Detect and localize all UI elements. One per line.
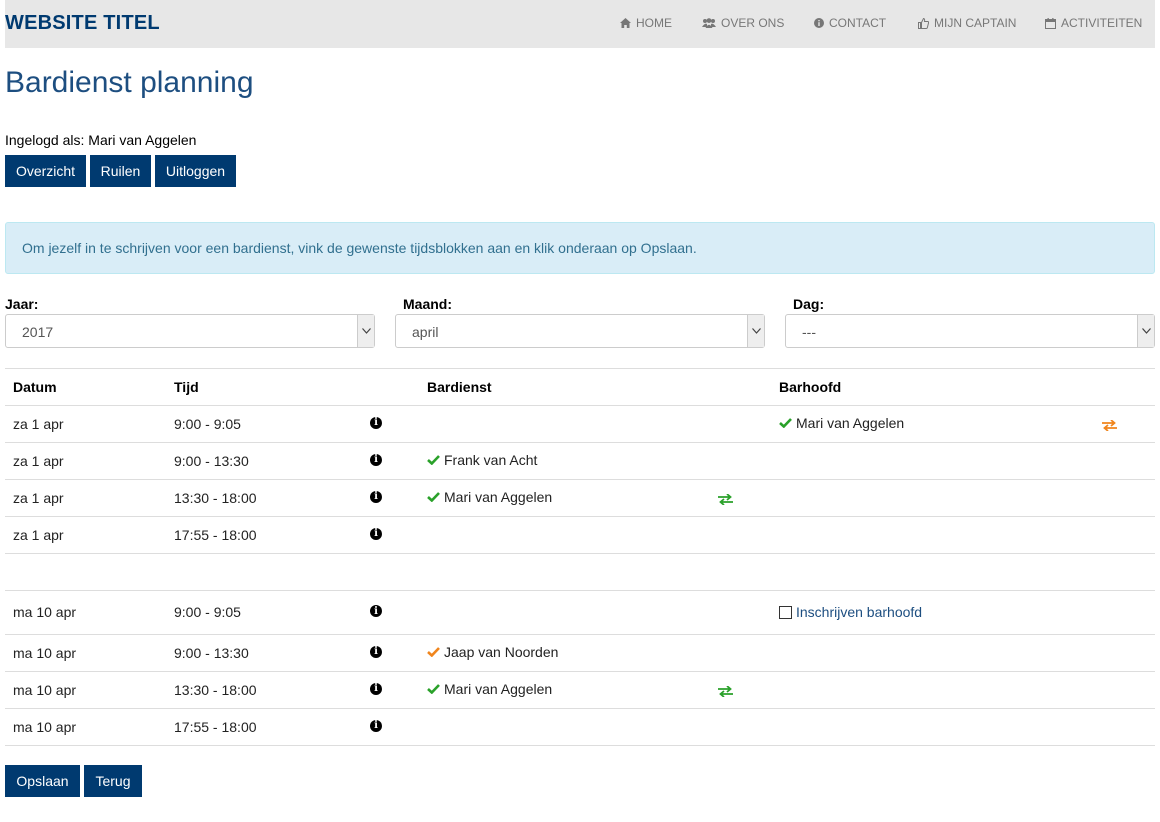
bar-head-person: Mari van Aggelen — [779, 415, 904, 431]
navbar: WEBSITE TITEL HOME OVER ONS CONTACT MIJN… — [5, 0, 1155, 48]
month-select[interactable]: april — [395, 314, 765, 348]
time-cell: 13:30 - 18:00 — [174, 681, 257, 698]
signup-label: Inschrijven barhoofd — [796, 604, 923, 620]
thumbs-up-icon — [918, 17, 929, 29]
day-select-value: --- — [802, 324, 816, 340]
swap-arrows-icon[interactable] — [718, 492, 733, 508]
info-icon[interactable]: i — [370, 453, 382, 466]
table-header-border — [5, 405, 1155, 406]
date-cell: ma 10 apr — [13, 604, 77, 620]
row-divider — [5, 553, 1155, 554]
time-cell: 17:55 - 18:00 — [174, 718, 257, 735]
swap-button[interactable]: Ruilen — [90, 155, 151, 187]
row-divider — [5, 442, 1155, 443]
nav-contact-label: CONTACT — [829, 16, 887, 30]
year-label: Jaar: — [5, 296, 39, 312]
back-button[interactable]: Terug — [84, 765, 142, 797]
day-select[interactable]: --- — [785, 314, 1155, 348]
time-cell: 9:00 - 13:30 — [174, 644, 249, 661]
year-select[interactable]: 2017 — [5, 314, 375, 348]
time-cell: 9:00 - 9:05 — [174, 415, 241, 432]
row-divider — [5, 590, 1155, 591]
signup-bar-head[interactable]: Inschrijven barhoofd — [779, 604, 922, 620]
bar-duty-person: Mari van Aggelen — [427, 681, 552, 697]
row-divider — [5, 708, 1155, 709]
nav-home[interactable]: HOME — [620, 16, 672, 30]
chevron-down-icon — [747, 315, 764, 347]
home-icon — [620, 18, 631, 28]
column-header-head: Barhoofd — [779, 379, 842, 395]
check-icon — [779, 415, 792, 431]
nav-activiteiten-label: ACTIVITEITEN — [1061, 16, 1143, 30]
bar-duty-name: Mari van Aggelen — [444, 680, 553, 697]
bar-duty-person: Jaap van Noorden — [427, 644, 558, 660]
logged-in-as: Ingelogd als: Mari van Aggelen — [5, 132, 197, 148]
day-label: Dag: — [793, 296, 825, 312]
date-cell: za 1 apr — [13, 489, 64, 506]
month-label: Maand: — [403, 296, 452, 312]
chevron-down-icon — [357, 315, 374, 347]
nav-over-ons-label: OVER ONS — [721, 16, 785, 30]
info-icon[interactable]: i — [370, 682, 382, 695]
date-cell: za 1 apr — [13, 526, 64, 543]
info-alert: Om jezelf in te schrijven voor een bardi… — [5, 222, 1155, 274]
bar-duty-person: Mari van Aggelen — [427, 489, 552, 505]
time-cell: 17:55 - 18:00 — [174, 526, 257, 543]
row-divider — [5, 745, 1155, 746]
info-circle-icon — [814, 18, 824, 28]
page-title: Bardienst planning — [5, 66, 254, 99]
nav-mijn-captain-label: MIJN CAPTAIN — [934, 16, 1017, 30]
check-icon — [427, 489, 440, 505]
info-icon[interactable]: i — [370, 645, 382, 658]
nav-activiteiten[interactable]: ACTIVITEITEN — [1045, 16, 1142, 30]
year-select-value: 2017 — [22, 324, 54, 340]
bar-duty-name: Jaap van Noorden — [444, 643, 559, 660]
row-divider — [5, 479, 1155, 480]
nav-over-ons[interactable]: OVER ONS — [702, 16, 784, 30]
save-button[interactable]: Opslaan — [5, 765, 80, 797]
calendar-icon — [1045, 17, 1056, 29]
signup-checkbox[interactable] — [779, 605, 792, 619]
bar-duty-person: Frank van Acht — [427, 452, 537, 468]
row-divider — [5, 634, 1155, 635]
date-cell: ma 10 apr — [13, 644, 77, 661]
date-cell: za 1 apr — [13, 415, 64, 432]
column-header-time: Tijd — [174, 379, 199, 395]
nav-home-label: HOME — [636, 16, 672, 30]
nav-mijn-captain[interactable]: MIJN CAPTAIN — [918, 16, 1016, 30]
info-alert-text: Om jezelf in te schrijven voor een bardi… — [22, 240, 697, 256]
nav-contact[interactable]: CONTACT — [814, 16, 886, 30]
check-icon — [427, 681, 440, 697]
users-icon — [702, 18, 716, 28]
info-icon[interactable]: i — [370, 490, 382, 503]
row-divider — [5, 516, 1155, 517]
site-title[interactable]: WEBSITE TITEL — [5, 12, 160, 35]
info-icon[interactable]: i — [370, 719, 382, 732]
column-header-bar: Bardienst — [427, 379, 492, 395]
row-divider — [5, 671, 1155, 672]
time-cell: 9:00 - 13:30 — [174, 452, 249, 469]
bar-duty-name: Frank van Acht — [444, 451, 538, 468]
table-top-border — [5, 368, 1155, 369]
bar-duty-name: Mari van Aggelen — [444, 488, 553, 505]
overview-button[interactable]: Overzicht — [5, 155, 86, 187]
swap-arrows-icon[interactable] — [1102, 418, 1117, 434]
time-cell: 9:00 - 9:05 — [174, 604, 241, 620]
date-cell: za 1 apr — [13, 452, 64, 469]
date-cell: ma 10 apr — [13, 681, 77, 698]
check-icon — [427, 452, 440, 468]
date-cell: ma 10 apr — [13, 718, 77, 735]
column-header-date: Datum — [13, 379, 57, 395]
info-icon[interactable]: i — [370, 416, 382, 429]
check-pending-icon — [427, 644, 440, 660]
info-icon[interactable]: i — [370, 605, 382, 617]
swap-arrows-icon[interactable] — [718, 684, 733, 700]
logout-button[interactable]: Uitloggen — [155, 155, 236, 187]
month-select-value: april — [412, 324, 439, 340]
time-cell: 13:30 - 18:00 — [174, 489, 257, 506]
info-icon[interactable]: i — [370, 527, 382, 540]
chevron-down-icon — [1137, 315, 1154, 347]
bar-head-name: Mari van Aggelen — [796, 414, 905, 431]
